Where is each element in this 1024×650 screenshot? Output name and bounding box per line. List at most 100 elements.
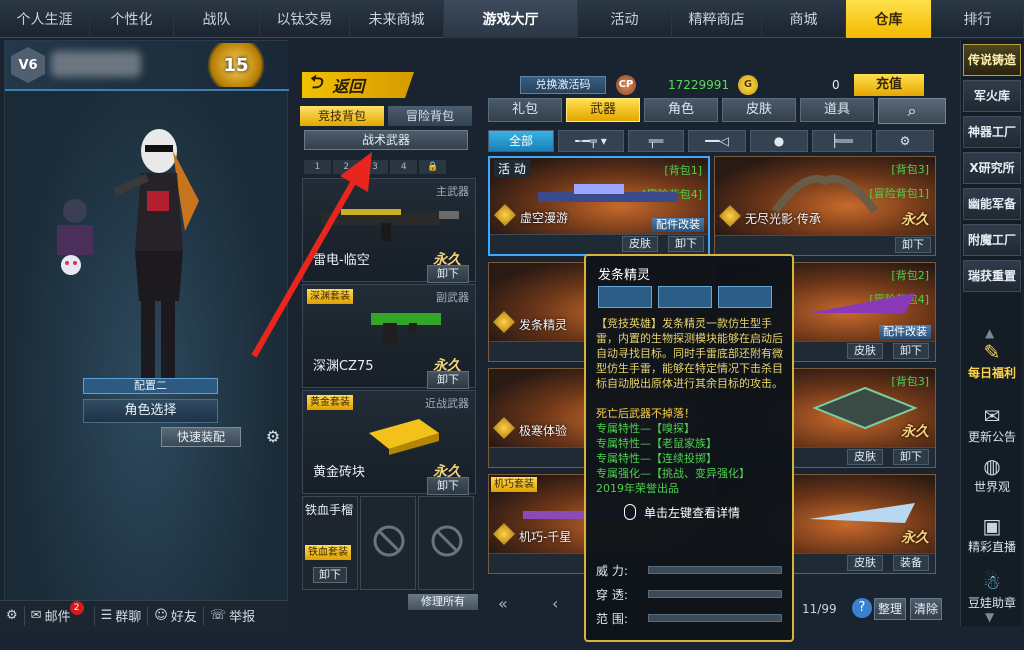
filter-rifle[interactable]: ╾━╤ ▾: [558, 130, 624, 152]
cp-coin-icon: CP: [616, 75, 636, 95]
tab-adventure-bag[interactable]: 冒险背包: [388, 106, 472, 126]
tab-packs[interactable]: 礼包: [488, 98, 562, 122]
scroll-down-icon[interactable]: ▼: [985, 610, 994, 624]
skin-button[interactable]: 皮肤: [847, 343, 883, 359]
unequip-button[interactable]: 卸下: [668, 236, 704, 252]
tab-mall[interactable]: 商城: [762, 0, 846, 38]
unequip-button[interactable]: 卸下: [893, 449, 929, 465]
filter-grenade[interactable]: ●: [750, 130, 808, 152]
knife-icon: ━━◁: [705, 134, 729, 148]
stat-bar: [648, 614, 782, 622]
stat-label: 范 围:: [596, 612, 628, 626]
world-button[interactable]: ◍ 世界观: [961, 454, 1023, 495]
tab-events[interactable]: 活动: [578, 0, 672, 38]
skin-button[interactable]: 皮肤: [847, 555, 883, 571]
sidebar-item-arsenal[interactable]: 军火库: [963, 80, 1021, 112]
sidebar-item-reset[interactable]: 瑞获重置: [963, 260, 1021, 292]
filter-special[interactable]: ╞══: [812, 130, 872, 152]
helper-button[interactable]: ☃ 豆娃助章: [961, 570, 1023, 611]
tab-weapons[interactable]: 武器: [566, 98, 640, 122]
rifle-icon: ╾━╤ ▾: [575, 134, 607, 148]
tab-items[interactable]: 道具: [800, 98, 874, 122]
unequip-button[interactable]: 卸下: [895, 237, 931, 253]
unequip-button[interactable]: 卸下: [427, 371, 469, 389]
melee-weapon-slot[interactable]: 黄金套装 近战武器 黄金砖块 永久 卸下: [302, 390, 476, 495]
unequip-button[interactable]: 卸下: [313, 567, 347, 583]
equip-button[interactable]: 装备: [893, 555, 929, 571]
sidebar-item-enchant-factory[interactable]: 附魔工厂: [963, 224, 1021, 256]
sidebar-item-x-lab[interactable]: X研究所: [963, 152, 1021, 184]
filter-melee[interactable]: ━━◁: [688, 130, 746, 152]
mouse-icon: [624, 504, 636, 520]
item-duration: 永久: [901, 424, 929, 440]
tab-trade[interactable]: 以钛交易: [260, 0, 350, 38]
unequip-button[interactable]: 卸下: [893, 343, 929, 359]
mod-badge[interactable]: 配件改装: [879, 325, 931, 339]
tab-essence-shop[interactable]: 精粹商店: [672, 0, 762, 38]
level-emblem: 15: [201, 43, 271, 87]
tab-warehouse[interactable]: 仓库: [846, 0, 932, 38]
back-button[interactable]: ⮌ 返回: [302, 72, 414, 98]
filter-all[interactable]: 全部: [488, 130, 554, 152]
item-duration: 永久: [901, 212, 929, 228]
search-button[interactable]: ⌕: [878, 98, 946, 124]
weapon-image: [809, 293, 915, 313]
skin-button[interactable]: 皮肤: [622, 236, 658, 252]
live-stream-button[interactable]: ▣ 精彩直播: [961, 514, 1023, 555]
sort-button[interactable]: 整理: [874, 598, 906, 620]
pet-preview: [658, 286, 712, 308]
filter-pistol[interactable]: ╤═: [628, 130, 684, 152]
crossfire-logo: [719, 205, 741, 227]
sidebar-item-artifact-factory[interactable]: 神器工厂: [963, 116, 1021, 148]
tab-future-mall[interactable]: 未来商城: [350, 0, 444, 38]
recharge-button[interactable]: 充值: [854, 74, 924, 96]
friends-button[interactable]: ☺ 好友: [148, 605, 204, 626]
tab-competitive-bag[interactable]: 竞技背包: [300, 106, 384, 126]
loadout-name[interactable]: 配置二: [83, 378, 218, 394]
mail-button[interactable]: ✉ 邮件 2: [25, 600, 95, 626]
pet-preview: [598, 286, 652, 308]
weapon-category: 主武器: [436, 185, 469, 198]
quick-equip-button[interactable]: 快速装配: [161, 427, 241, 447]
item-card[interactable]: [背包3] [冒险背包1] 无尽光影·传承 永久 卸下: [714, 156, 936, 256]
sidebar-item-phantom-armory[interactable]: 幽能军备: [963, 188, 1021, 220]
redeem-code-button[interactable]: 兑换激活码: [520, 76, 606, 94]
prev-page-icon[interactable]: ‹: [552, 594, 558, 613]
news-button[interactable]: ✉ 更新公告: [961, 404, 1023, 445]
mod-badge[interactable]: 配件改装: [652, 218, 704, 232]
unequip-button[interactable]: 卸下: [427, 477, 469, 495]
tab-characters[interactable]: 角色: [644, 98, 718, 122]
unequip-button[interactable]: 卸下: [427, 265, 469, 283]
throwable-slot[interactable]: 铁血手榴 铁血套装 卸下: [302, 496, 358, 590]
repair-all-button[interactable]: 修理所有: [408, 594, 478, 610]
character-model[interactable]: [113, 121, 203, 411]
tab-personalize[interactable]: 个性化: [90, 0, 174, 38]
first-page-icon[interactable]: «: [498, 594, 508, 613]
stat-bar: [648, 590, 782, 598]
top-nav: 个人生涯 个性化 战队 以钛交易 未来商城 游戏大厅 活动 精粹商店 商城 仓库…: [0, 0, 1024, 38]
sidebar-item-legend-forge[interactable]: 传说铸造: [963, 44, 1021, 76]
daily-welfare-button[interactable]: ✎ 每日福利: [961, 340, 1023, 381]
gear-icon[interactable]: ⚙: [263, 427, 283, 447]
filter-settings[interactable]: ⚙: [876, 130, 934, 152]
report-button[interactable]: ☏ 举报: [204, 606, 261, 626]
scroll-up-icon[interactable]: ▲: [985, 326, 994, 340]
tab-game-hall[interactable]: 游戏大厅: [444, 0, 578, 38]
clear-button[interactable]: 清除: [910, 598, 942, 620]
item-name: 机巧-千星: [519, 530, 572, 544]
settings-button[interactable]: ⚙: [0, 605, 25, 626]
stat-bar: [648, 566, 782, 574]
item-card[interactable]: 活 动 [背包1] [冒险背包4] 虚空漫游 配件改装 皮肤 卸下: [488, 156, 710, 256]
bag-slot[interactable]: 4: [390, 160, 418, 174]
tab-clan[interactable]: 战队: [174, 0, 260, 38]
group-chat-button[interactable]: ☰ 群聊: [95, 605, 149, 626]
tab-skins[interactable]: 皮肤: [722, 98, 796, 122]
tactical-weapon-button[interactable]: 战术武器: [304, 130, 468, 150]
skin-button[interactable]: 皮肤: [847, 449, 883, 465]
role-select-button[interactable]: 角色选择: [83, 399, 218, 423]
pet-companion: [57, 199, 93, 275]
help-icon[interactable]: ?: [852, 598, 872, 618]
tab-ranking[interactable]: 排行: [932, 0, 1024, 38]
tab-career[interactable]: 个人生涯: [0, 0, 90, 38]
lock-icon: 🔒: [419, 160, 446, 174]
